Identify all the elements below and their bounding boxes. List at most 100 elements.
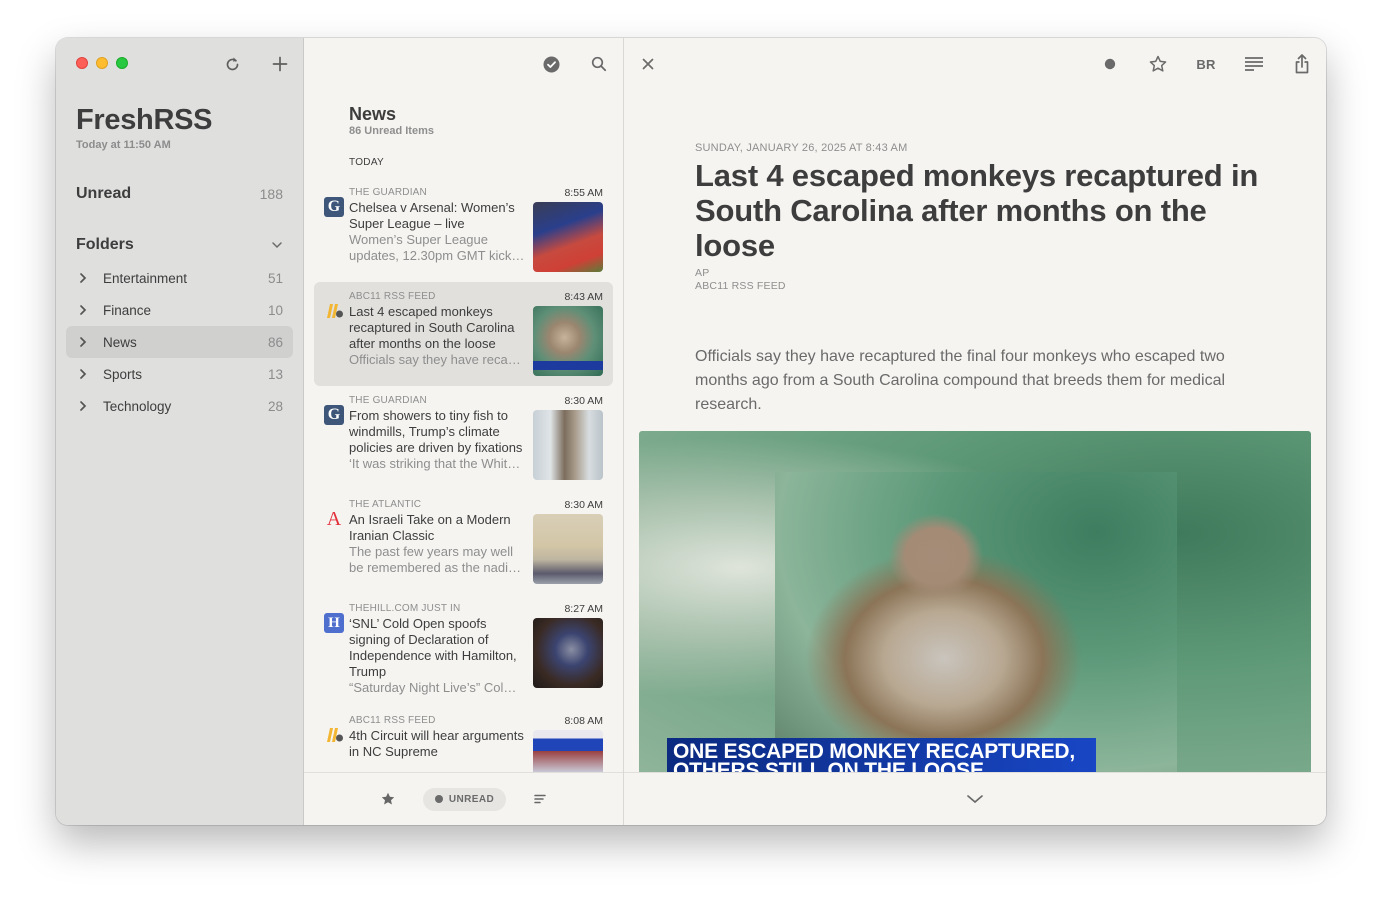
article-item[interactable]: G THE GUARDIAN 8:30 AM From showers to t… <box>314 386 613 490</box>
next-article-button[interactable] <box>966 794 984 804</box>
unread-filter-button[interactable]: UNREAD <box>422 787 507 811</box>
text-lines-icon <box>1245 57 1263 71</box>
article-thumbnail <box>533 306 603 376</box>
article-summary: “Saturday Night Live’s” Col… <box>349 680 517 695</box>
folder-count: 51 <box>267 270 283 286</box>
list-lines-icon <box>534 794 546 804</box>
close-window-button[interactable] <box>76 57 88 69</box>
article-title: Chelsea v Arsenal: Women’s Super League … <box>349 200 515 231</box>
article-item[interactable]: A THE ATLANTIC 8:30 AM An Israeli Take o… <box>314 490 613 594</box>
thehill-favicon-icon: H <box>324 613 344 633</box>
article-summary: Officials say they have reca… <box>349 352 521 367</box>
minimize-window-button[interactable] <box>96 57 108 69</box>
dot-icon <box>1104 58 1116 70</box>
article-lead: Officials say they have recaptured the f… <box>695 348 1226 413</box>
chevron-right-icon[interactable] <box>79 368 91 380</box>
add-feed-button[interactable] <box>269 53 291 75</box>
article-title: ‘SNL’ Cold Open spoofs signing of Declar… <box>349 616 517 679</box>
mark-unread-button[interactable] <box>1098 52 1122 76</box>
article-list-pane: News 86 Unread Items TODAY G THE GUARDIA… <box>304 38 624 825</box>
guardian-favicon-icon: G <box>324 197 344 217</box>
article-time: 8:43 AM <box>564 291 603 303</box>
article-thumbnail <box>533 730 603 772</box>
all-articles-filter-button[interactable] <box>534 794 546 804</box>
share-button[interactable] <box>1290 52 1314 76</box>
folder-name: News <box>103 334 137 350</box>
search-button[interactable] <box>588 53 610 75</box>
folders-header[interactable]: Folders <box>66 229 293 261</box>
app-title: FreshRSS <box>76 104 213 136</box>
article-time: 8:30 AM <box>564 499 603 511</box>
search-icon <box>591 56 607 72</box>
chevron-right-icon[interactable] <box>79 400 91 412</box>
article-image: ONE ESCAPED MONKEY RECAPTURED, OTHERS ST… <box>639 431 1311 773</box>
folder-name: Technology <box>103 398 172 414</box>
unread-count: 188 <box>259 186 283 202</box>
article-date: SUNDAY, JANUARY 26, 2025 AT 8:43 AM <box>695 142 908 154</box>
article-summary: Women’s Super League updates, 12.30pm GM… <box>349 232 525 263</box>
star-button[interactable] <box>1146 52 1170 76</box>
list-subtitle: 86 Unread Items <box>349 125 434 137</box>
last-updated: Today at 11:50 AM <box>76 139 171 151</box>
sidebar-item-unread[interactable]: Unread 188 <box>66 178 293 210</box>
refresh-icon <box>226 57 238 70</box>
article-thumbnail <box>533 618 603 688</box>
article-list[interactable]: G THE GUARDIAN 8:55 AM Chelsea v Arsenal… <box>314 178 613 772</box>
article-item[interactable]: G THE GUARDIAN 8:55 AM Chelsea v Arsenal… <box>314 178 613 282</box>
sidebar: FreshRSS Today at 11:50 AM Unread 188 Fo… <box>56 38 304 825</box>
article-author: AP <box>695 267 710 279</box>
folder-name: Finance <box>103 302 152 318</box>
article-thumbnail <box>533 202 603 272</box>
article-title: 4th Circuit will hear arguments in NC Su… <box>349 728 524 759</box>
bionic-reading-button[interactable]: BR <box>1194 52 1218 76</box>
mark-all-read-button[interactable] <box>540 53 562 75</box>
article-title: From showers to tiny fish to windmills, … <box>349 408 523 455</box>
article-time: 8:08 AM <box>564 715 603 727</box>
folder-name: Entertainment <box>103 270 188 286</box>
section-header: TODAY <box>349 157 385 168</box>
folders-label: Folders <box>76 236 134 253</box>
reader-view-button[interactable] <box>1242 52 1266 76</box>
abc11-favicon-icon <box>324 301 344 321</box>
unread-filter-label: UNREAD <box>448 793 495 805</box>
checkmark-circle-icon <box>543 56 559 72</box>
article-item[interactable]: ABC11 RSS FEED 8:08 AM 4th Circuit will … <box>314 706 613 772</box>
article-item[interactable]: H THEHILL.COM JUST IN 8:27 AM ‘SNL’ Cold… <box>314 594 613 706</box>
folder-count: 13 <box>267 366 283 382</box>
close-article-button[interactable] <box>636 52 660 76</box>
article-thumbnail <box>533 410 603 480</box>
close-icon <box>642 58 654 70</box>
chevron-right-icon[interactable] <box>79 336 91 348</box>
sidebar-item-sports[interactable]: Sports 13 <box>66 358 293 390</box>
refresh-button[interactable] <box>221 53 243 75</box>
abc11-favicon-icon <box>324 725 344 745</box>
article-item-selected[interactable]: ABC11 RSS FEED 8:43 AM Last 4 escaped mo… <box>314 282 613 386</box>
sidebar-item-technology[interactable]: Technology 28 <box>66 390 293 422</box>
article-time: 8:55 AM <box>564 187 603 199</box>
star-icon <box>1149 55 1167 72</box>
article-title: An Israeli Take on a Modern Iranian Clas… <box>349 512 511 543</box>
starred-filter-button[interactable] <box>381 792 395 806</box>
sidebar-item-finance[interactable]: Finance 10 <box>66 294 293 326</box>
chevron-right-icon[interactable] <box>79 272 91 284</box>
folder-list: Entertainment 51 Finance 10 News 86 Spor… <box>66 262 293 422</box>
article-header: SUNDAY, JANUARY 26, 2025 AT 8:43 AM Last… <box>695 142 1266 293</box>
atlantic-favicon-icon: A <box>326 507 342 530</box>
folder-count: 28 <box>267 398 283 414</box>
sidebar-item-news[interactable]: News 86 <box>66 326 293 358</box>
chevron-down-icon <box>967 795 983 804</box>
image-news-banner: ONE ESCAPED MONKEY RECAPTURED, OTHERS ST… <box>667 738 1096 773</box>
share-icon <box>1295 54 1309 74</box>
article-thumbnail <box>533 514 603 584</box>
article-summary: The past few years may well be remembere… <box>349 544 521 575</box>
reader-bottom-bar <box>624 772 1326 825</box>
sidebar-item-entertainment[interactable]: Entertainment 51 <box>66 262 293 294</box>
monkey-photo <box>775 472 1177 773</box>
unread-label: Unread <box>76 185 132 202</box>
chevron-right-icon[interactable] <box>79 304 91 316</box>
reader-pane: BR SUNDAY, JANUARY 26, 2025 AT 8:43 AM L… <box>624 38 1326 825</box>
folder-name: Sports <box>103 366 143 382</box>
zoom-window-button[interactable] <box>116 57 128 69</box>
plus-icon <box>272 56 288 72</box>
dot-icon <box>434 795 443 803</box>
